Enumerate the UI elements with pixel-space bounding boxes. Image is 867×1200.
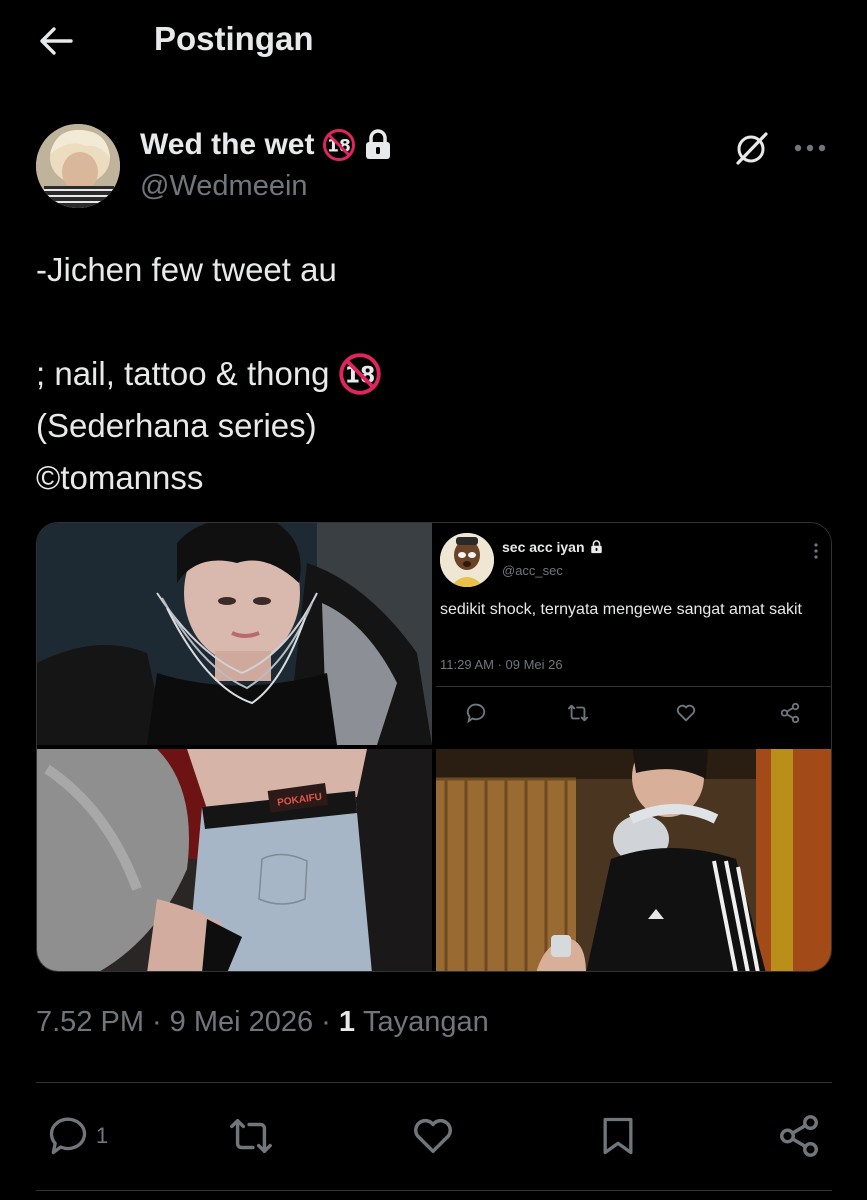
author-handle: @Wedmeein xyxy=(140,170,308,202)
retweet-button[interactable] xyxy=(228,1108,274,1164)
action-bar: 1 xyxy=(36,1108,832,1164)
bookmark-icon xyxy=(603,1117,633,1155)
embedded-tweet-text: sedikit shock, ternyata mengewe sangat a… xyxy=(440,601,802,618)
embedded-name-row: sec acc iyan xyxy=(502,539,603,555)
like-button[interactable] xyxy=(410,1108,456,1164)
back-button[interactable] xyxy=(34,22,78,60)
more-vertical-icon xyxy=(814,543,818,559)
page-title: Postingan xyxy=(154,20,314,57)
embedded-share-icon xyxy=(776,699,804,727)
tweet-author: Wed the wet 18 @Wedmeein xyxy=(36,124,832,210)
post-date[interactable]: 9 Mei 2026 xyxy=(170,1006,314,1039)
embedded-avatar xyxy=(440,533,494,587)
share-button[interactable] xyxy=(776,1108,822,1164)
embedded-timestamp: 11:29 AM · 09 Mei 26 xyxy=(440,657,563,672)
bookmark-button[interactable] xyxy=(596,1108,640,1164)
embedded-action-bar xyxy=(436,699,831,727)
more-horizontal-icon xyxy=(794,144,826,152)
embedded-tweet[interactable]: sec acc iyan @acc_sec sedikit shock, ter… xyxy=(436,523,831,745)
reply-icon xyxy=(49,1117,87,1155)
display-name[interactable]: Wed the wet xyxy=(140,128,314,162)
media-photo[interactable] xyxy=(37,523,432,745)
views-count: 1 xyxy=(338,1006,355,1038)
tweet-text: -Jichen few tweet au ; nail, tattoo & th… xyxy=(36,244,832,504)
embedded-reply-icon xyxy=(462,699,490,727)
tweet-line xyxy=(36,296,832,348)
grok-icon xyxy=(736,132,768,165)
meta-separator: · xyxy=(321,1006,331,1038)
arrow-left-icon xyxy=(40,27,73,55)
grok-button[interactable] xyxy=(732,128,772,168)
tweet-line: -Jichen few tweet au xyxy=(36,251,337,288)
heart-icon xyxy=(414,1119,452,1154)
tweet-meta: 7.52 PM · 9 Mei 2026 · 1 Tayangan xyxy=(36,1006,489,1039)
embedded-display-name: sec acc iyan xyxy=(502,539,585,555)
top-bar: Postingan xyxy=(0,0,867,84)
embedded-retweet-icon xyxy=(564,699,592,727)
media-photo[interactable]: POKAIFU xyxy=(37,749,432,971)
meta-separator: · xyxy=(152,1006,162,1038)
tweet-line: (Sederhana series) xyxy=(36,407,317,444)
divider xyxy=(36,1190,832,1191)
retweet-icon xyxy=(230,1118,272,1154)
no-under-18-icon: 18 xyxy=(323,129,356,161)
reply-button[interactable]: 1 xyxy=(46,1108,108,1164)
tweet-line: ©tomannss xyxy=(36,459,204,496)
divider xyxy=(36,1082,832,1083)
more-options-button[interactable] xyxy=(788,128,832,168)
lock-icon xyxy=(590,540,602,554)
embedded-like-icon xyxy=(672,699,700,727)
no-under-18-icon: 18 xyxy=(338,353,381,395)
embedded-handle: @acc_sec xyxy=(502,563,563,578)
media-photo[interactable] xyxy=(436,749,831,971)
embedded-divider xyxy=(436,686,831,687)
views-label: Tayangan xyxy=(362,1006,489,1038)
share-icon xyxy=(780,1115,818,1157)
media-grid: sec acc iyan @acc_sec sedikit shock, ter… xyxy=(36,522,832,972)
display-name-row: Wed the wet 18 xyxy=(140,128,392,162)
post-time[interactable]: 7.52 PM xyxy=(36,1006,144,1039)
lock-icon xyxy=(366,129,391,159)
tweet-line: ; nail, tattoo & thong 18 xyxy=(36,348,832,400)
reply-count: 1 xyxy=(96,1123,109,1148)
avatar[interactable] xyxy=(36,124,120,208)
